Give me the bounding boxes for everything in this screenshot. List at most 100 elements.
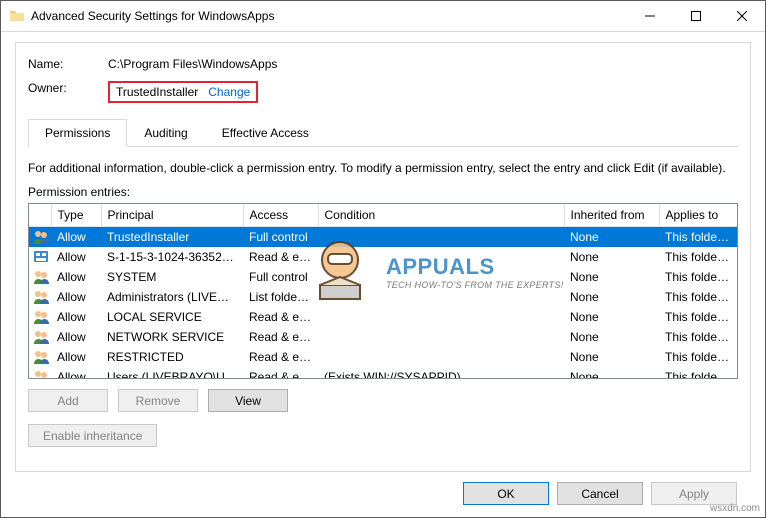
- info-text: For additional information, double-click…: [28, 161, 738, 175]
- col-header-access[interactable]: Access: [243, 204, 318, 227]
- table-row[interactable]: AllowSYSTEMFull control NoneThis folder,.…: [29, 267, 737, 287]
- cell-access: Full control: [243, 267, 318, 287]
- cancel-button[interactable]: Cancel: [557, 482, 643, 505]
- cell-access: Full control: [243, 227, 318, 248]
- window-title: Advanced Security Settings for WindowsAp…: [31, 9, 627, 23]
- cell-condition: [318, 327, 564, 347]
- cell-type: Allow: [51, 287, 101, 307]
- cell-principal: TrustedInstaller: [101, 227, 243, 248]
- principal-icon: [29, 307, 51, 327]
- cell-applies: This folder,...: [659, 367, 737, 379]
- table-header-row: Type Principal Access Condition Inherite…: [29, 204, 737, 227]
- table-row[interactable]: AllowS-1-15-3-1024-3635283...Read & ex..…: [29, 247, 737, 267]
- cell-applies: This folder,...: [659, 347, 737, 367]
- remove-button[interactable]: Remove: [118, 389, 198, 412]
- cell-applies: This folder,...: [659, 227, 737, 248]
- cell-type: Allow: [51, 367, 101, 379]
- cell-access: Read & ex...: [243, 327, 318, 347]
- window: Advanced Security Settings for WindowsAp…: [0, 0, 766, 518]
- name-row: Name: C:\Program Files\WindowsApps: [28, 57, 738, 71]
- col-header-principal[interactable]: Principal: [101, 204, 243, 227]
- apply-button[interactable]: Apply: [651, 482, 737, 505]
- table-row[interactable]: AllowRESTRICTEDRead & ex...NoneThis fold…: [29, 347, 737, 367]
- add-button[interactable]: Add: [28, 389, 108, 412]
- cell-access: Read & ex...: [243, 247, 318, 267]
- panel: Name: C:\Program Files\WindowsApps Owner…: [15, 42, 751, 472]
- cell-inherited: None: [564, 367, 659, 379]
- col-header-type[interactable]: Type: [51, 204, 101, 227]
- cell-principal: S-1-15-3-1024-3635283...: [101, 247, 243, 267]
- principal-icon: [29, 267, 51, 287]
- cell-inherited: None: [564, 227, 659, 248]
- tab-permissions[interactable]: Permissions: [28, 119, 127, 147]
- owner-label: Owner:: [28, 81, 108, 103]
- cell-inherited: None: [564, 247, 659, 267]
- cell-principal: LOCAL SERVICE: [101, 307, 243, 327]
- table-row[interactable]: AllowLOCAL SERVICERead & ex...NoneThis f…: [29, 307, 737, 327]
- permission-entries-table[interactable]: Type Principal Access Condition Inherite…: [28, 203, 738, 379]
- col-header-applies[interactable]: Applies to: [659, 204, 737, 227]
- cell-access: Read & ex...: [243, 347, 318, 367]
- col-header-condition[interactable]: Condition: [318, 204, 564, 227]
- principal-icon: [29, 367, 51, 379]
- cell-condition: [318, 347, 564, 367]
- cell-type: Allow: [51, 327, 101, 347]
- inheritance-row: Enable inheritance: [28, 424, 738, 447]
- cell-condition: (Exists WIN://SYSAPPID): [318, 367, 564, 379]
- view-button[interactable]: View: [208, 389, 288, 412]
- principal-icon: [29, 287, 51, 307]
- name-value: C:\Program Files\WindowsApps: [108, 57, 277, 71]
- table-row[interactable]: AllowTrustedInstallerFull control NoneThi…: [29, 227, 737, 248]
- tabs: Permissions Auditing Effective Access: [28, 119, 738, 147]
- cell-condition: [318, 267, 564, 287]
- cell-access: Read & ex...: [243, 307, 318, 327]
- change-owner-link[interactable]: Change: [208, 85, 250, 99]
- close-button[interactable]: [719, 1, 765, 31]
- cell-inherited: None: [564, 327, 659, 347]
- cell-type: Allow: [51, 307, 101, 327]
- minimize-button[interactable]: [627, 1, 673, 31]
- table-row[interactable]: AllowAdministrators (LIVEBR...List folde…: [29, 287, 737, 307]
- cell-type: Allow: [51, 347, 101, 367]
- attribution: wsxdn.com: [710, 503, 760, 514]
- entry-button-row: Add Remove View: [28, 389, 738, 412]
- cell-access: List folder ...: [243, 287, 318, 307]
- cell-type: Allow: [51, 267, 101, 287]
- content: Name: C:\Program Files\WindowsApps Owner…: [1, 32, 765, 517]
- cell-condition: [318, 227, 564, 248]
- principal-icon: [29, 247, 51, 267]
- enable-inheritance-button[interactable]: Enable inheritance: [28, 424, 157, 447]
- principal-icon: [29, 327, 51, 347]
- cell-inherited: None: [564, 347, 659, 367]
- maximize-button[interactable]: [673, 1, 719, 31]
- cell-applies: This folder,...: [659, 327, 737, 347]
- entries-label: Permission entries:: [28, 185, 738, 199]
- cell-principal: SYSTEM: [101, 267, 243, 287]
- folder-icon: [9, 8, 25, 24]
- cell-applies: This folder,...: [659, 307, 737, 327]
- cell-condition: [318, 307, 564, 327]
- cell-applies: This folder,...: [659, 287, 737, 307]
- cell-type: Allow: [51, 247, 101, 267]
- owner-value: TrustedInstaller: [116, 85, 198, 99]
- dialog-footer: OK Cancel Apply: [15, 472, 751, 517]
- col-header-inherited[interactable]: Inherited from: [564, 204, 659, 227]
- cell-applies: This folder,...: [659, 247, 737, 267]
- tab-auditing[interactable]: Auditing: [127, 119, 204, 146]
- cell-principal: Users (LIVEBRAYO\Users): [101, 367, 243, 379]
- cell-principal: NETWORK SERVICE: [101, 327, 243, 347]
- col-header-icon[interactable]: [29, 204, 51, 227]
- cell-applies: This folder,...: [659, 267, 737, 287]
- table-row[interactable]: AllowNETWORK SERVICERead & ex... NoneThis…: [29, 327, 737, 347]
- cell-type: Allow: [51, 227, 101, 248]
- table-row[interactable]: AllowUsers (LIVEBRAYO\Users)Read & ex...…: [29, 367, 737, 379]
- cell-access: Read & ex...: [243, 367, 318, 379]
- cell-condition: [318, 287, 564, 307]
- principal-icon: [29, 227, 51, 248]
- principal-icon: [29, 347, 51, 367]
- cell-condition: [318, 247, 564, 267]
- owner-row: Owner: TrustedInstaller Change: [28, 81, 738, 103]
- tab-effective-access[interactable]: Effective Access: [205, 119, 326, 146]
- ok-button[interactable]: OK: [463, 482, 549, 505]
- cell-inherited: None: [564, 267, 659, 287]
